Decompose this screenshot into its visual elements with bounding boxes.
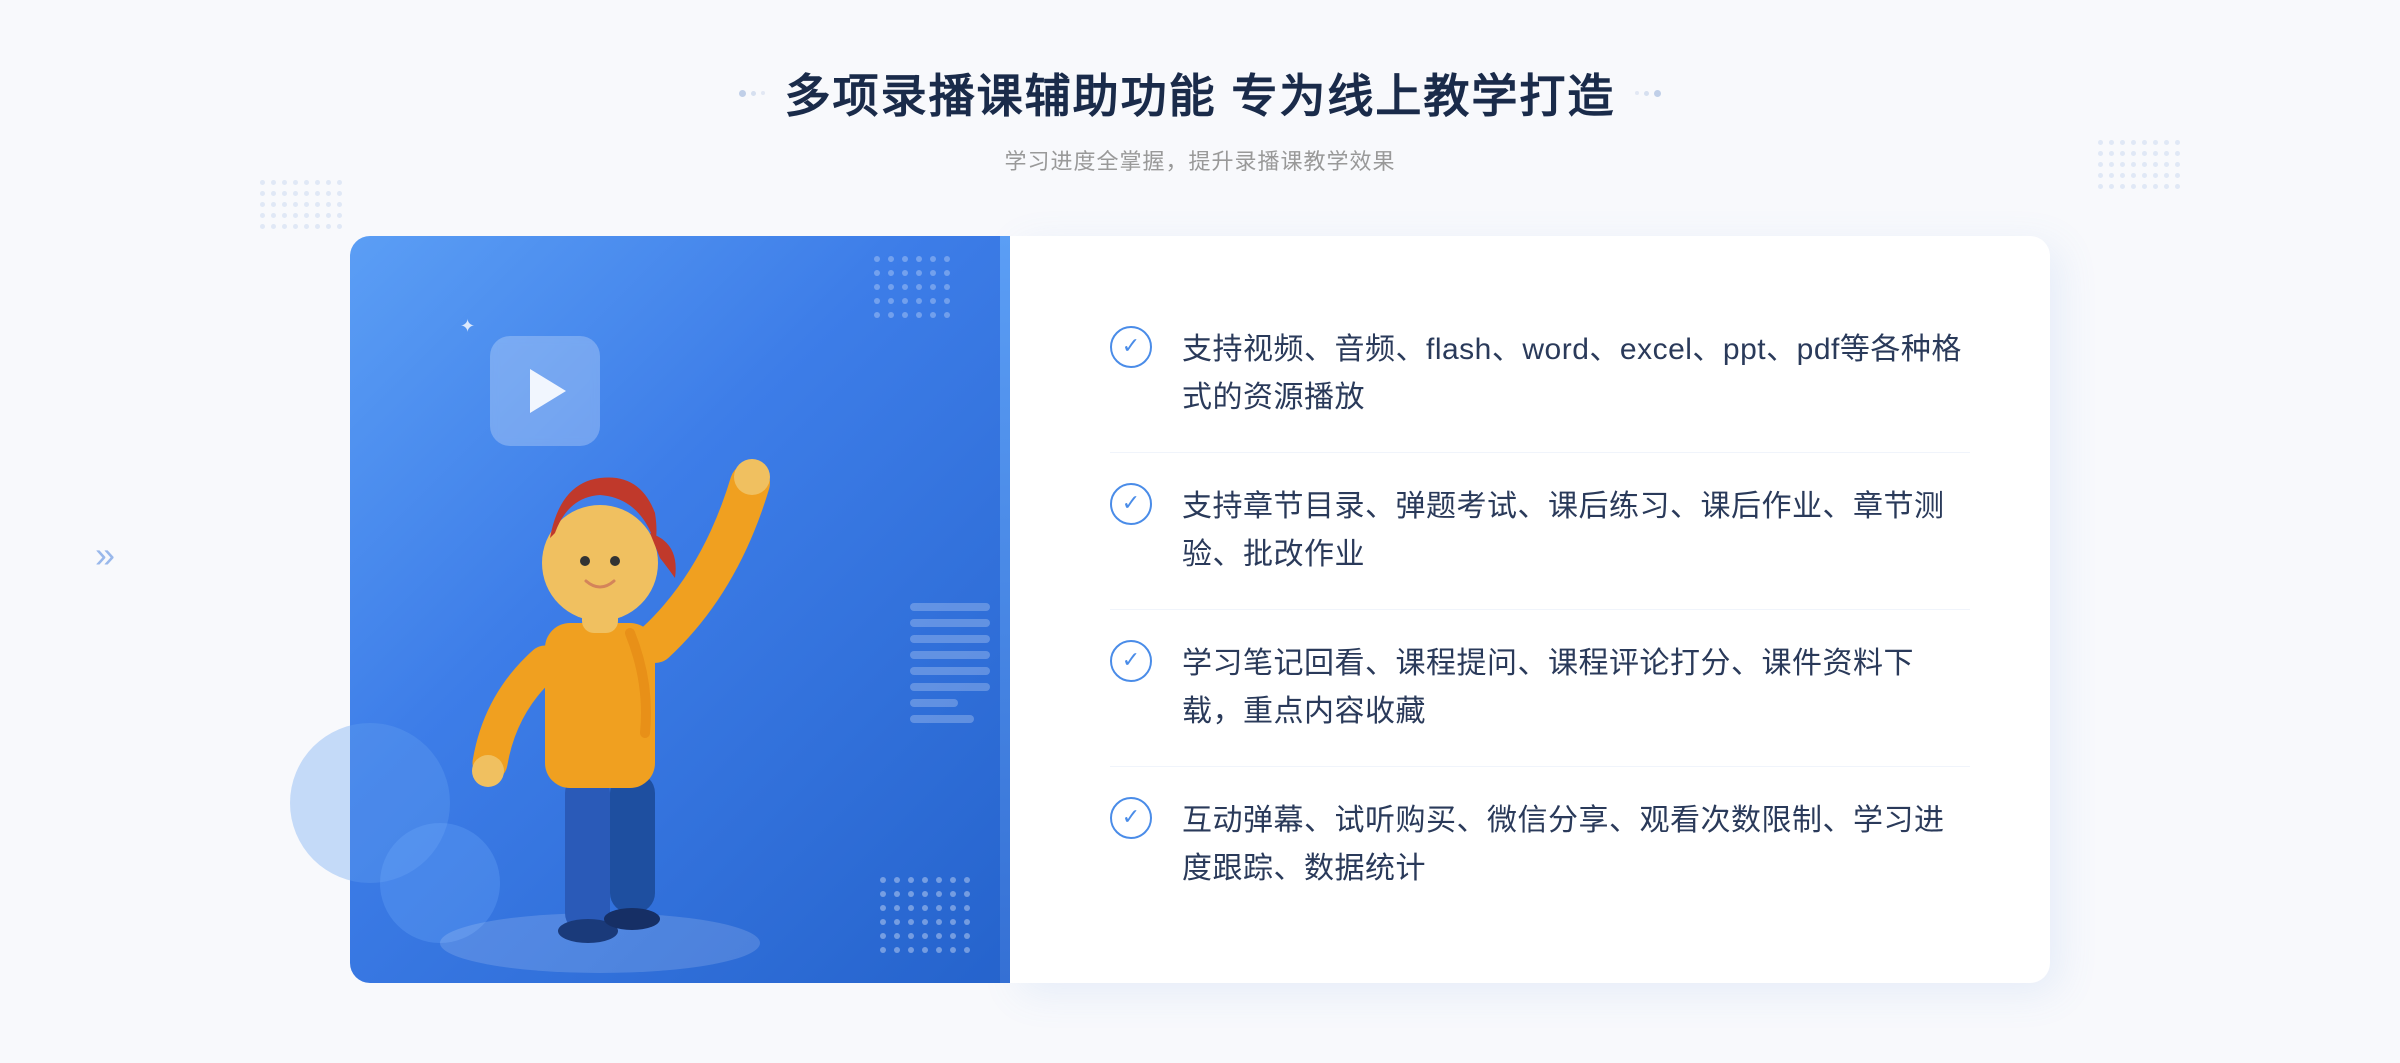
check-icon-3: ✓ xyxy=(1110,640,1152,682)
feature-text-3: 学习笔记回看、课程提问、课程评论打分、课件资料下载，重点内容收藏 xyxy=(1182,640,1970,736)
feature-item-2: ✓ 支持章节目录、弹题考试、课后练习、课后作业、章节测验、批改作业 xyxy=(1110,453,1970,610)
check-icon-4: ✓ xyxy=(1110,797,1152,839)
feature-item-4: ✓ 互动弹幕、试听购买、微信分享、观看次数限制、学习进度跟踪、数据统计 xyxy=(1110,767,1970,923)
check-icon-1: ✓ xyxy=(1110,326,1152,368)
sparkle-decoration: ✦ xyxy=(460,316,475,337)
check-mark-1: ✓ xyxy=(1122,335,1140,357)
check-mark-2: ✓ xyxy=(1122,492,1140,514)
deco-stripes xyxy=(910,603,990,803)
check-mark-3: ✓ xyxy=(1122,649,1140,671)
header-title-wrapper: 多项录播课辅助功能 专为线上教学打造 xyxy=(739,60,1662,126)
main-content: ✦ xyxy=(350,236,2050,983)
check-icon-2: ✓ xyxy=(1110,483,1152,525)
feature-text-2: 支持章节目录、弹题考试、课后练习、课后作业、章节测验、批改作业 xyxy=(1182,483,1970,579)
dot-grid-top-left xyxy=(260,180,342,229)
header-dots-left xyxy=(739,90,765,97)
illustration-area: ✦ xyxy=(350,236,1010,983)
figure-svg xyxy=(410,403,790,983)
left-arrow-decoration: » xyxy=(95,532,115,577)
dot-grid-top-right xyxy=(2098,140,2180,189)
illust-bottom-dots xyxy=(880,877,970,953)
features-panel: ✓ 支持视频、音频、flash、word、excel、ppt、pdf等各种格式的… xyxy=(1010,236,2050,983)
feature-text-1: 支持视频、音频、flash、word、excel、ppt、pdf等各种格式的资源… xyxy=(1182,326,1970,422)
header-section: 多项录播课辅助功能 专为线上教学打造 学习进度全掌握，提升录播课教学效果 xyxy=(739,60,1662,176)
feature-item-3: ✓ 学习笔记回看、课程提问、课程评论打分、课件资料下载，重点内容收藏 xyxy=(1110,610,1970,767)
feature-text-4: 互动弹幕、试听购买、微信分享、观看次数限制、学习进度跟踪、数据统计 xyxy=(1182,797,1970,893)
page-subtitle: 学习进度全掌握，提升录播课教学效果 xyxy=(739,144,1662,176)
illustration-figure xyxy=(410,403,790,983)
page-container: » 多项录播课辅助功能 专为线上教学打造 学习进度全掌握，提升录播课教学效果 xyxy=(0,0,2400,1063)
header-dots-right xyxy=(1635,90,1661,97)
check-mark-4: ✓ xyxy=(1122,806,1140,828)
feature-item-1: ✓ 支持视频、音频、flash、word、excel、ppt、pdf等各种格式的… xyxy=(1110,296,1970,453)
illust-top-dots xyxy=(874,256,950,318)
page-title: 多项录播课辅助功能 专为线上教学打造 xyxy=(785,60,1616,126)
